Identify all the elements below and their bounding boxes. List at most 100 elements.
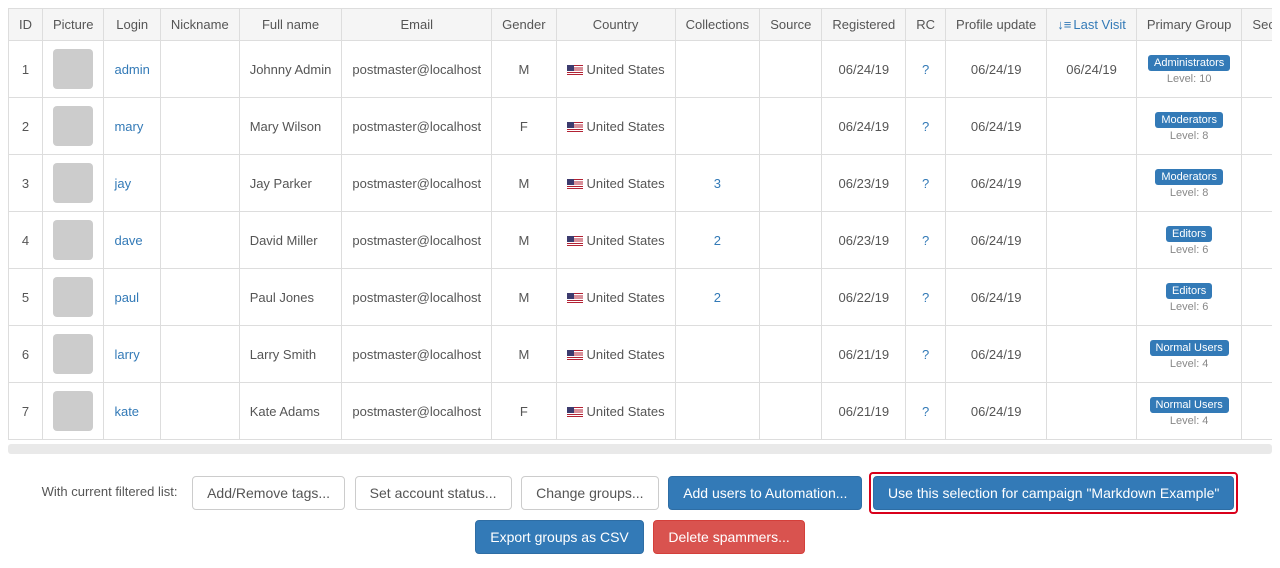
col-picture[interactable]: Picture <box>43 9 104 41</box>
cell-id: 3 <box>9 155 43 212</box>
cell-sec-groups <box>1242 41 1272 98</box>
login-link[interactable]: paul <box>114 290 139 305</box>
cell-country: United States <box>556 41 675 98</box>
group-badge[interactable]: Editors <box>1166 283 1212 299</box>
table-row: 5paulPaul Jonespostmaster@localhostMUnit… <box>9 269 1273 326</box>
cell-rc: ? <box>906 41 946 98</box>
rc-link[interactable]: ? <box>922 404 929 419</box>
cell-sec-groups: 1 <box>1242 269 1272 326</box>
flag-icon <box>567 350 583 361</box>
avatar[interactable] <box>53 391 93 431</box>
col-primary-group[interactable]: Primary Group <box>1136 9 1242 41</box>
col-fullname[interactable]: Full name <box>239 9 342 41</box>
col-login[interactable]: Login <box>104 9 160 41</box>
cell-picture <box>43 155 104 212</box>
login-link[interactable]: larry <box>114 347 139 362</box>
cell-rc: ? <box>906 212 946 269</box>
add-to-automation-button[interactable]: Add users to Automation... <box>668 476 862 510</box>
flag-icon <box>567 293 583 304</box>
flag-icon <box>567 122 583 133</box>
login-link[interactable]: dave <box>114 233 142 248</box>
cell-email: postmaster@localhost <box>342 212 492 269</box>
cell-login: mary <box>104 98 160 155</box>
horizontal-scrollbar[interactable] <box>8 444 1272 454</box>
cell-last-visit <box>1047 155 1137 212</box>
col-id[interactable]: ID <box>9 9 43 41</box>
cell-primary-group: EditorsLevel: 6 <box>1136 269 1242 326</box>
cell-source <box>760 155 822 212</box>
avatar[interactable] <box>53 106 93 146</box>
col-source[interactable]: Source <box>760 9 822 41</box>
change-groups-button[interactable]: Change groups... <box>521 476 658 510</box>
add-remove-tags-button[interactable]: Add/Remove tags... <box>192 476 345 510</box>
use-for-campaign-button[interactable]: Use this selection for campaign "Markdow… <box>873 476 1234 510</box>
avatar[interactable] <box>53 163 93 203</box>
col-rc[interactable]: RC <box>906 9 946 41</box>
toolbar-label: With current filtered list: <box>42 484 178 499</box>
col-nickname[interactable]: Nickname <box>160 9 239 41</box>
group-badge[interactable]: Moderators <box>1155 169 1223 185</box>
rc-link[interactable]: ? <box>922 62 929 77</box>
cell-last-visit <box>1047 326 1137 383</box>
group-badge[interactable]: Administrators <box>1148 55 1230 71</box>
cell-email: postmaster@localhost <box>342 41 492 98</box>
rc-link[interactable]: ? <box>922 176 929 191</box>
col-email[interactable]: Email <box>342 9 492 41</box>
col-sec-groups[interactable]: Sec. Groups <box>1242 9 1272 41</box>
col-profile-update[interactable]: Profile update <box>946 9 1047 41</box>
collections-link[interactable]: 2 <box>714 290 721 305</box>
cell-id: 7 <box>9 383 43 440</box>
group-badge[interactable]: Normal Users <box>1150 340 1229 356</box>
table-scroll[interactable]: ID Picture Login Nickname Full name Emai… <box>8 8 1272 454</box>
flag-icon <box>567 179 583 190</box>
cell-gender: F <box>492 383 556 440</box>
cell-registered: 06/21/19 <box>822 326 906 383</box>
rc-link[interactable]: ? <box>922 290 929 305</box>
cell-login: admin <box>104 41 160 98</box>
cell-id: 4 <box>9 212 43 269</box>
cell-fullname: Jay Parker <box>239 155 342 212</box>
col-country[interactable]: Country <box>556 9 675 41</box>
cell-last-visit <box>1047 383 1137 440</box>
rc-link[interactable]: ? <box>922 347 929 362</box>
cell-fullname: Larry Smith <box>239 326 342 383</box>
export-groups-csv-button[interactable]: Export groups as CSV <box>475 520 644 554</box>
group-level: Level: 6 <box>1147 244 1232 256</box>
group-level: Level: 8 <box>1147 130 1232 142</box>
rc-link[interactable]: ? <box>922 233 929 248</box>
cell-nickname <box>160 41 239 98</box>
cell-source <box>760 383 822 440</box>
login-link[interactable]: kate <box>114 404 139 419</box>
avatar[interactable] <box>53 277 93 317</box>
cell-primary-group: Moderators Level: 8 <box>1136 98 1242 155</box>
cell-fullname: Kate Adams <box>239 383 342 440</box>
col-gender[interactable]: Gender <box>492 9 556 41</box>
flag-icon <box>567 407 583 418</box>
avatar[interactable] <box>53 49 93 89</box>
col-last-visit[interactable]: ↓≡Last Visit <box>1047 9 1137 41</box>
login-link[interactable]: jay <box>114 176 131 191</box>
cell-picture <box>43 383 104 440</box>
cell-collections: 2 <box>675 212 760 269</box>
cell-collections: 3 <box>675 155 760 212</box>
cell-collections: 2 <box>675 269 760 326</box>
collections-link[interactable]: 3 <box>714 176 721 191</box>
col-registered[interactable]: Registered <box>822 9 906 41</box>
login-link[interactable]: mary <box>114 119 143 134</box>
login-link[interactable]: admin <box>114 62 149 77</box>
collections-link[interactable]: 2 <box>714 233 721 248</box>
group-badge[interactable]: Moderators <box>1155 112 1223 128</box>
group-badge[interactable]: Normal Users <box>1150 397 1229 413</box>
delete-spammers-button[interactable]: Delete spammers... <box>653 520 804 554</box>
cell-registered: 06/23/19 <box>822 155 906 212</box>
table-row: 4daveDavid Millerpostmaster@localhostMUn… <box>9 212 1273 269</box>
avatar[interactable] <box>53 334 93 374</box>
group-badge[interactable]: Editors <box>1166 226 1212 242</box>
avatar[interactable] <box>53 220 93 260</box>
cell-profile-update: 06/24/19 <box>946 155 1047 212</box>
col-collections[interactable]: Collections <box>675 9 760 41</box>
rc-link[interactable]: ? <box>922 119 929 134</box>
cell-last-visit <box>1047 98 1137 155</box>
cell-picture <box>43 269 104 326</box>
set-account-status-button[interactable]: Set account status... <box>355 476 512 510</box>
